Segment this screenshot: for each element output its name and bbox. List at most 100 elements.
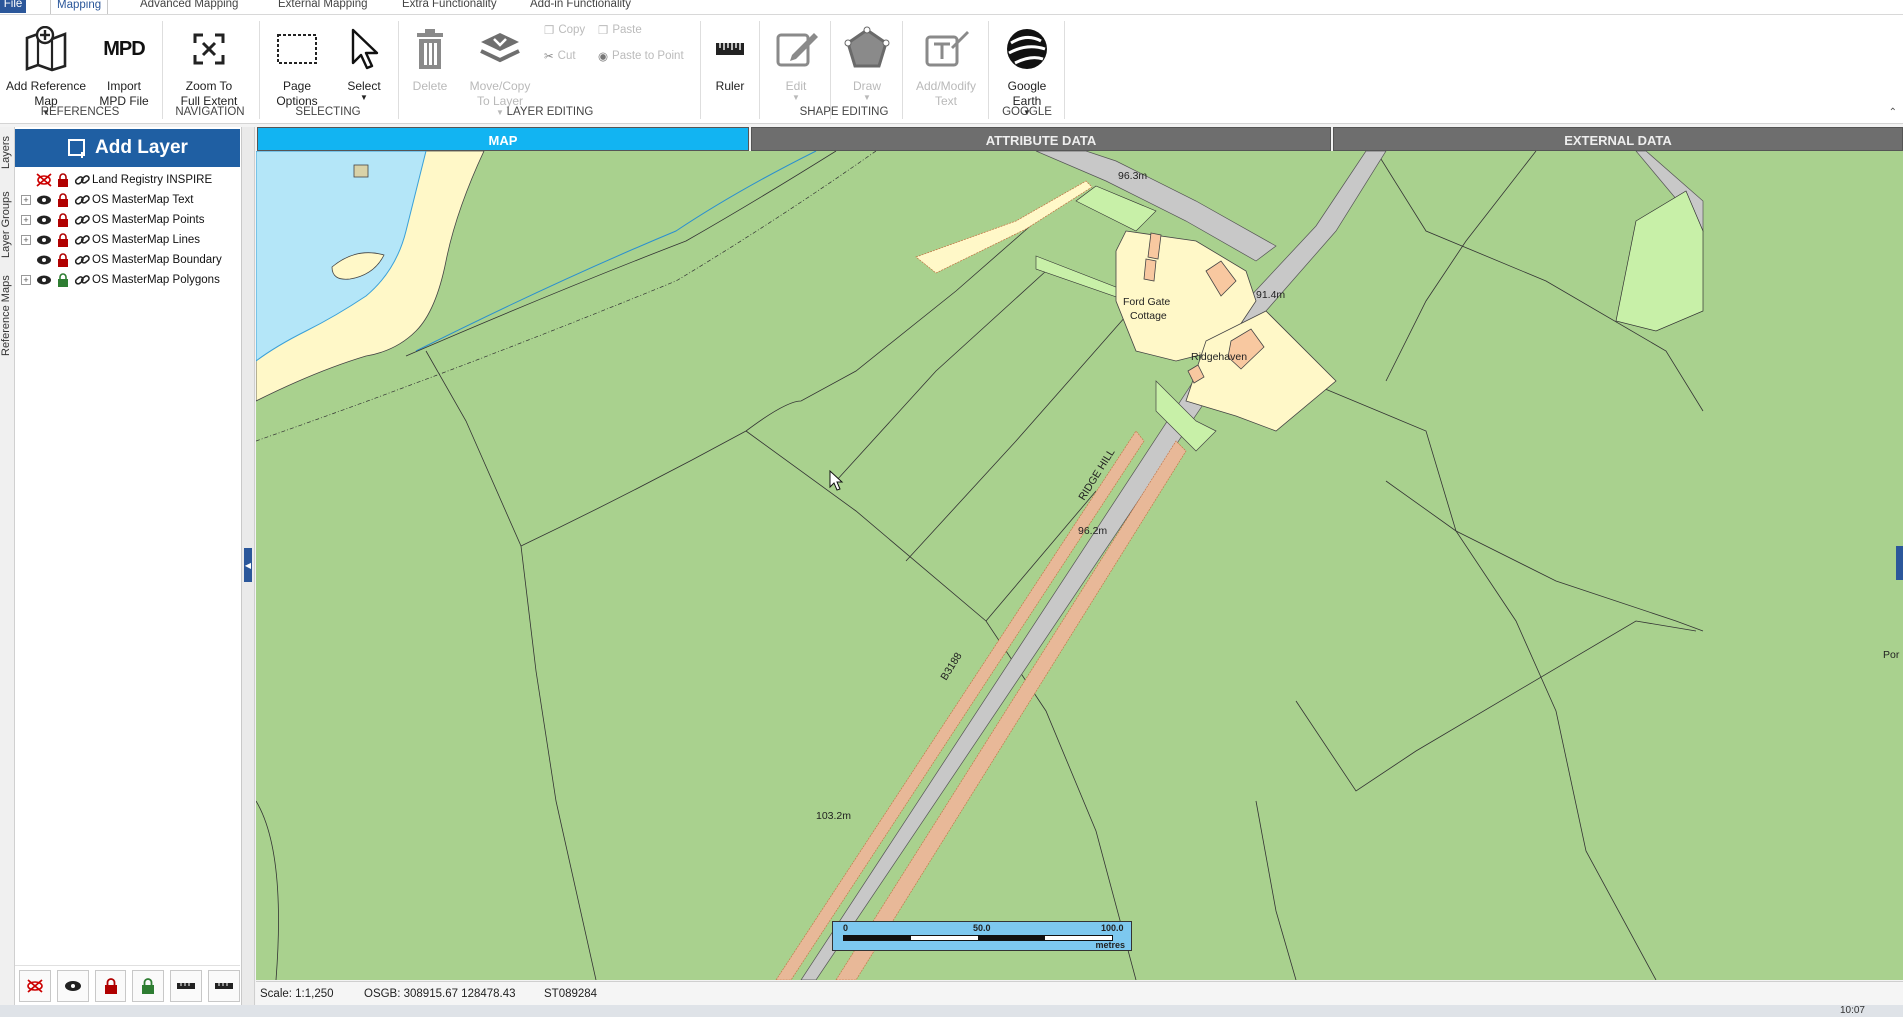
cut-button[interactable]: ✂ Cut <box>544 49 576 63</box>
delete-button[interactable]: Delete <box>404 19 456 94</box>
collapse-panel-icon[interactable]: ◀ <box>244 548 252 582</box>
eye-icon[interactable] <box>35 212 52 228</box>
expand-icon[interactable]: + <box>21 235 31 245</box>
collapse-ribbon-icon[interactable]: ⌃ <box>1889 107 1897 118</box>
expand-icon[interactable]: + <box>21 195 31 205</box>
ribbon: Add Reference Map ▼ MPD Import MPD File … <box>0 15 1903 124</box>
building-polygon <box>1143 258 1157 282</box>
right-panel-handle[interactable] <box>1896 546 1903 580</box>
unlock-all-layers-button[interactable] <box>132 969 165 1002</box>
ruler-button[interactable]: Ruler <box>708 19 752 94</box>
menu-tab-file[interactable]: File <box>0 0 26 13</box>
lock-icon[interactable] <box>54 192 71 208</box>
layer-order-button[interactable] <box>170 969 203 1002</box>
eye-icon[interactable] <box>35 252 52 268</box>
layer-row[interactable]: + OS MasterMap Text <box>21 189 193 211</box>
draw-button[interactable]: Draw ▼ <box>838 19 896 102</box>
tab-map[interactable]: MAP <box>257 127 749 151</box>
layer-name: OS MasterMap Lines <box>92 234 201 246</box>
menu-tab-mapping[interactable]: Mapping <box>50 0 109 14</box>
eye-icon[interactable] <box>35 192 52 208</box>
dropdown-arrow-icon: ▼ <box>360 93 368 102</box>
scissors-icon: ✂ <box>544 51 554 63</box>
layer-row[interactable]: + OS MasterMap Lines <box>21 229 200 251</box>
menu-tab-external-mapping[interactable]: External Mapping <box>272 0 374 13</box>
status-grid-reference: ST089284 <box>544 988 598 1000</box>
status-coordinates: OSGB: 308915.67 128478.43 <box>364 988 516 1000</box>
taskbar: 10:07 <box>0 1005 1903 1017</box>
edit-button[interactable]: Edit ▼ <box>770 19 822 102</box>
link-icon[interactable] <box>73 252 90 268</box>
lock-all-layers-button[interactable] <box>94 969 127 1002</box>
side-tab-layers[interactable]: Layers <box>0 131 14 173</box>
show-all-layers-button[interactable] <box>56 969 89 1002</box>
bar-icon <box>215 982 234 989</box>
layer-panel: Add Layer Land Registry INSPIRE + OS Mas… <box>15 127 242 1007</box>
map-label-height: 96.3m <box>1118 170 1147 182</box>
add-reference-map-button[interactable]: Add Reference Map ▼ <box>4 19 88 117</box>
side-tab-layer-groups[interactable]: Layer Groups <box>0 189 14 261</box>
layer-row[interactable]: Land Registry INSPIRE <box>21 169 212 191</box>
ruler-icon <box>708 19 752 79</box>
group-label-google: GOOGLE <box>1002 106 1052 118</box>
layer-name: Land Registry INSPIRE <box>92 174 213 186</box>
layer-name: OS MasterMap Polygons <box>92 274 220 286</box>
ribbon-separator <box>1064 21 1065 119</box>
link-icon[interactable] <box>73 212 90 228</box>
hidden-eye-icon[interactable] <box>35 172 52 188</box>
tab-external-data[interactable]: EXTERNAL DATA <box>1333 127 1903 151</box>
menu-tab-extra-functionality[interactable]: Extra Functionality <box>396 0 503 13</box>
lock-icon[interactable] <box>54 212 71 228</box>
link-icon[interactable] <box>73 232 90 248</box>
status-scale: Scale: 1:1,250 <box>260 988 334 1000</box>
map-svg[interactable]: 96.3m 91.4m 96.2m 103.2m Ford Gate Cotta… <box>256 151 1903 980</box>
ribbon-separator <box>700 21 701 119</box>
expand-icon[interactable]: + <box>21 275 31 285</box>
panel-splitter[interactable]: ◀ <box>242 127 255 1007</box>
layer-row[interactable]: + OS MasterMap Points <box>21 209 204 231</box>
map-label-house-2: Ridgehaven <box>1191 351 1247 363</box>
map-canvas[interactable]: 96.3m 91.4m 96.2m 103.2m Ford Gate Cotta… <box>256 151 1903 980</box>
side-tab-reference-maps[interactable]: Reference Maps <box>0 273 14 359</box>
link-icon[interactable] <box>73 172 90 188</box>
layers-stack-icon <box>462 19 538 79</box>
google-earth-button[interactable]: Google Earth ▼ <box>994 19 1060 117</box>
text-edit-icon <box>908 19 984 79</box>
menu-tab-addin-functionality[interactable]: Add-in Functionality <box>524 0 637 13</box>
expand-icon[interactable]: + <box>21 215 31 225</box>
copy-button[interactable]: ❐ Copy <box>544 23 585 37</box>
copy-icon: ❐ <box>544 25 555 37</box>
map-plus-icon <box>4 19 88 79</box>
map-label-height: 91.4m <box>1256 289 1285 301</box>
eye-icon[interactable] <box>35 272 52 288</box>
add-layer-button[interactable]: Add Layer <box>15 129 240 167</box>
layer-options-button[interactable] <box>208 969 240 1002</box>
scale-bar: 0 50.0 100.0 metres <box>832 921 1132 951</box>
tab-attribute-data[interactable]: ATTRIBUTE DATA <box>751 127 1331 151</box>
lock-icon[interactable] <box>54 232 71 248</box>
menu-tab-advanced-mapping[interactable]: Advanced Mapping <box>134 0 244 13</box>
layer-row[interactable]: OS MasterMap Boundary <box>21 249 222 271</box>
add-modify-text-button[interactable]: Add/Modify Text <box>908 19 984 109</box>
unlock-icon[interactable] <box>54 272 71 288</box>
paste-to-point-button[interactable]: ◉ Paste to Point <box>598 49 684 63</box>
paste-button[interactable]: ❐ Paste <box>598 23 642 37</box>
layer-name: OS MasterMap Boundary <box>92 254 222 266</box>
side-tab-strip: Layers Layer Groups Reference Maps <box>0 127 15 1007</box>
zoom-full-extent-button[interactable]: Zoom To Full Extent <box>168 19 250 109</box>
hide-all-layers-button[interactable] <box>19 969 51 1002</box>
layer-row[interactable]: + OS MasterMap Polygons <box>21 269 220 291</box>
scale-unit: metres <box>1095 940 1125 950</box>
move-copy-to-layer-button[interactable]: Move/Copy To Layer ▼ <box>462 19 538 117</box>
link-icon[interactable] <box>73 192 90 208</box>
lock-icon[interactable] <box>54 172 71 188</box>
select-button[interactable]: Select ▼ <box>340 19 388 102</box>
import-mpd-button[interactable]: MPD Import MPD File <box>94 19 154 109</box>
scale-tick-label: 50.0 <box>973 923 991 933</box>
ribbon-separator <box>988 21 989 119</box>
page-options-button[interactable]: Page Options <box>264 19 330 109</box>
lock-icon[interactable] <box>54 252 71 268</box>
zoom-extent-icon <box>168 19 250 79</box>
link-icon[interactable] <box>73 272 90 288</box>
eye-icon[interactable] <box>35 232 52 248</box>
